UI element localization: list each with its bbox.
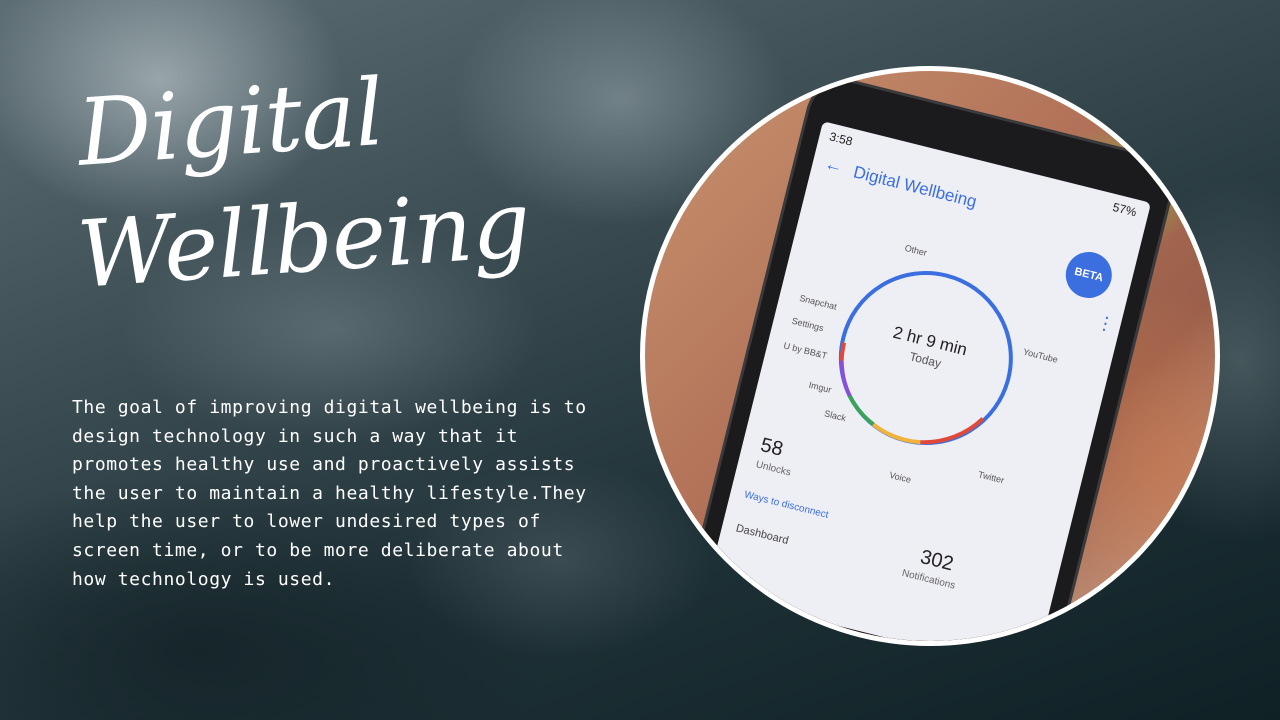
- phone-photo-circle: 3:58 57% ← Digital Wellbeing BETA ⋮ 2 hr…: [640, 66, 1220, 646]
- unlocks-label: Unlocks: [754, 459, 792, 479]
- ring-segment-yellow: [872, 422, 921, 445]
- beta-badge: BETA: [1060, 247, 1117, 303]
- ring-segment-green: [847, 394, 875, 426]
- title-line-1: Digital: [74, 58, 387, 187]
- segment-label-youtube: YouTube: [1022, 346, 1059, 365]
- phone-screen: 3:58 57% ← Digital Wellbeing BETA ⋮ 2 hr…: [705, 121, 1152, 641]
- segment-label-voice: Voice: [888, 469, 913, 485]
- ring-segment-purple: [839, 360, 852, 397]
- segment-label-u-by-bbt: U by BB&T: [782, 340, 829, 361]
- body-paragraph: The goal of improving digital wellbeing …: [72, 397, 587, 590]
- dashboard-label: Dashboard: [734, 522, 790, 547]
- ways-to-disconnect-link[interactable]: Ways to disconnect: [743, 489, 829, 521]
- title-line-2: Wellbeing: [74, 170, 533, 309]
- segment-label-settings: Settings: [790, 315, 825, 334]
- battery-level: 57%: [1111, 200, 1138, 220]
- unlocks-value: 58: [758, 434, 786, 461]
- status-time: 3:58: [827, 129, 855, 149]
- phone-notch: [934, 104, 1056, 156]
- more-options-icon[interactable]: ⋮: [1094, 312, 1116, 337]
- slide: Digital Wellbeing The goal of improving …: [0, 0, 1280, 720]
- phone-device: 3:58 57% ← Digital Wellbeing BETA ⋮ 2 hr…: [682, 74, 1178, 641]
- back-arrow-icon[interactable]: ←: [822, 153, 845, 178]
- segment-label-snapchat: Snapchat: [798, 292, 838, 312]
- segment-label-twitter: Twitter: [977, 469, 1006, 486]
- app-title: Digital Wellbeing: [851, 162, 979, 212]
